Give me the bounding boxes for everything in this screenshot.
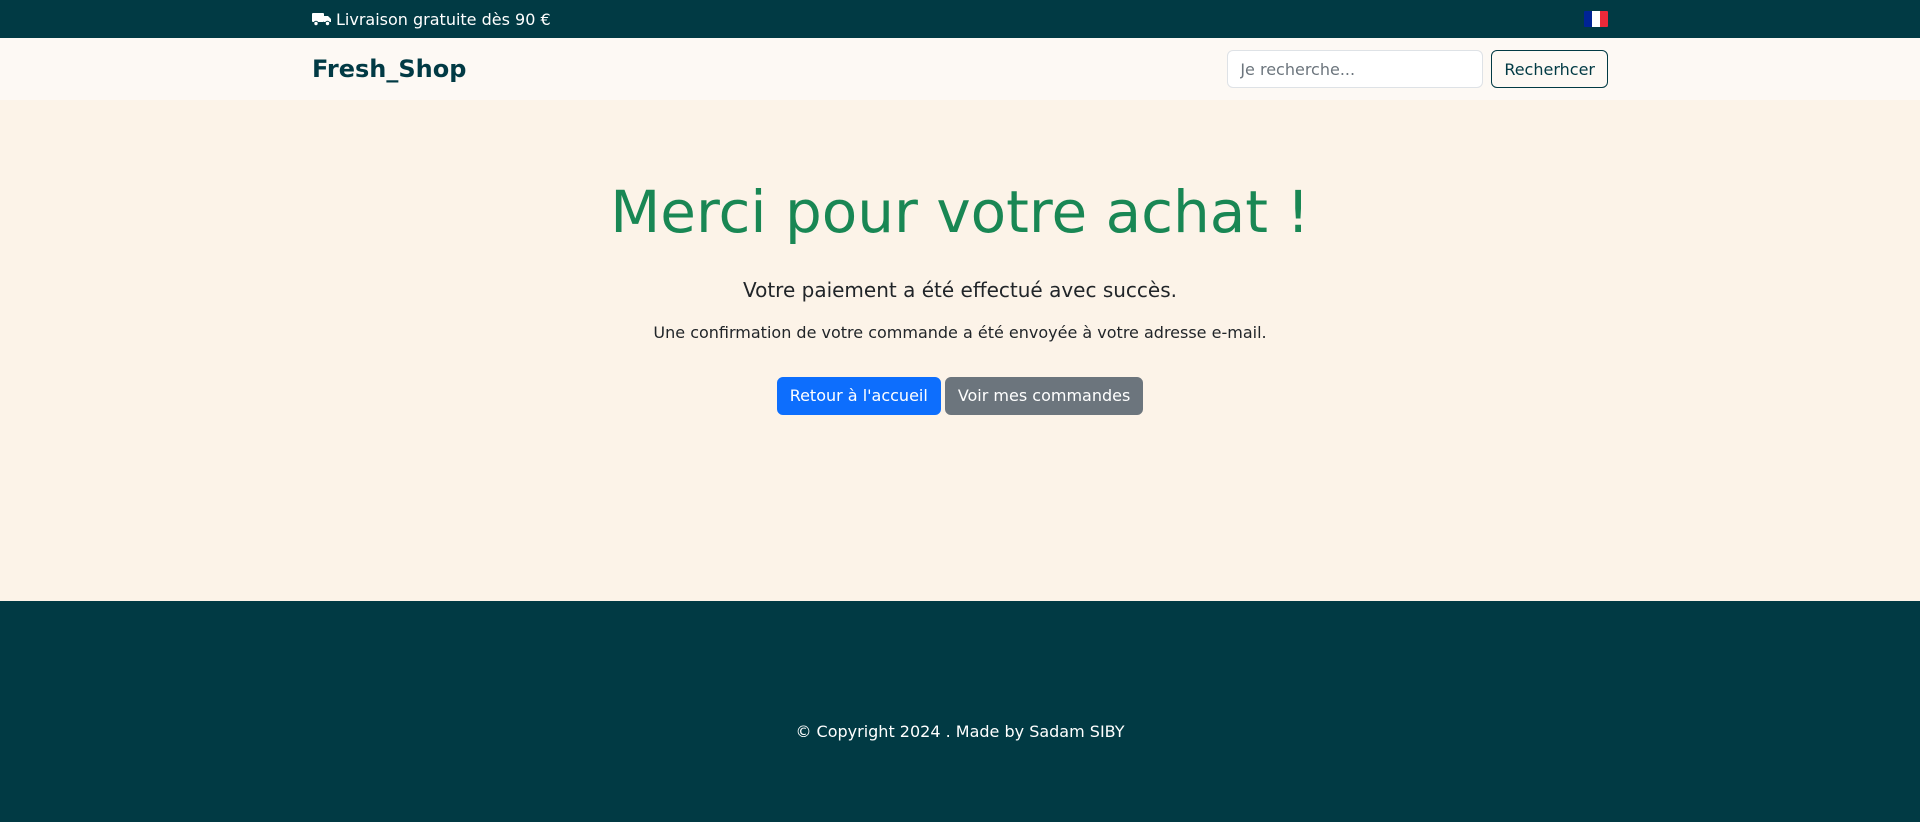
search-input[interactable]: [1227, 50, 1484, 88]
flag-fr-icon[interactable]: [1584, 11, 1608, 27]
payment-success-message: Votre paiement a été effectué avec succè…: [742, 278, 1178, 302]
search-button[interactable]: Recherhcer: [1491, 50, 1608, 88]
email-confirmation-message: Une confirmation de votre commande a été…: [653, 323, 1267, 342]
view-orders-button[interactable]: Voir mes commandes: [944, 377, 1144, 415]
confirmation-section: Merci pour votre achat ! Votre paiement …: [0, 100, 1920, 601]
top-announcement-bar: Livraison gratuite dès 90 €: [0, 0, 1920, 38]
truck-icon: [312, 11, 332, 27]
free-shipping-text: Livraison gratuite dès 90 €: [336, 9, 551, 29]
search-form: Recherhcer: [1227, 50, 1608, 88]
action-buttons: Retour à l'accueil Voir mes commandes: [0, 377, 1920, 415]
copyright-text: © Copyright 2024 . Made by Sadam SIBY: [795, 722, 1125, 741]
flag-stripe-blue: [1584, 11, 1592, 27]
navbar-container: Fresh_Shop Recherhcer: [312, 38, 1608, 100]
brand-logo[interactable]: Fresh_Shop: [312, 55, 466, 83]
free-shipping-promo: Livraison gratuite dès 90 €: [312, 10, 551, 29]
back-home-button[interactable]: Retour à l'accueil: [776, 377, 941, 415]
page-title: Merci pour votre achat !: [610, 178, 1310, 246]
flag-stripe-red: [1600, 11, 1608, 27]
footer: © Copyright 2024 . Made by Sadam SIBY: [0, 601, 1920, 822]
top-announcement-container: Livraison gratuite dès 90 €: [312, 0, 1608, 38]
main-navbar: Fresh_Shop Recherhcer: [0, 38, 1920, 100]
flag-stripe-white: [1592, 11, 1600, 27]
